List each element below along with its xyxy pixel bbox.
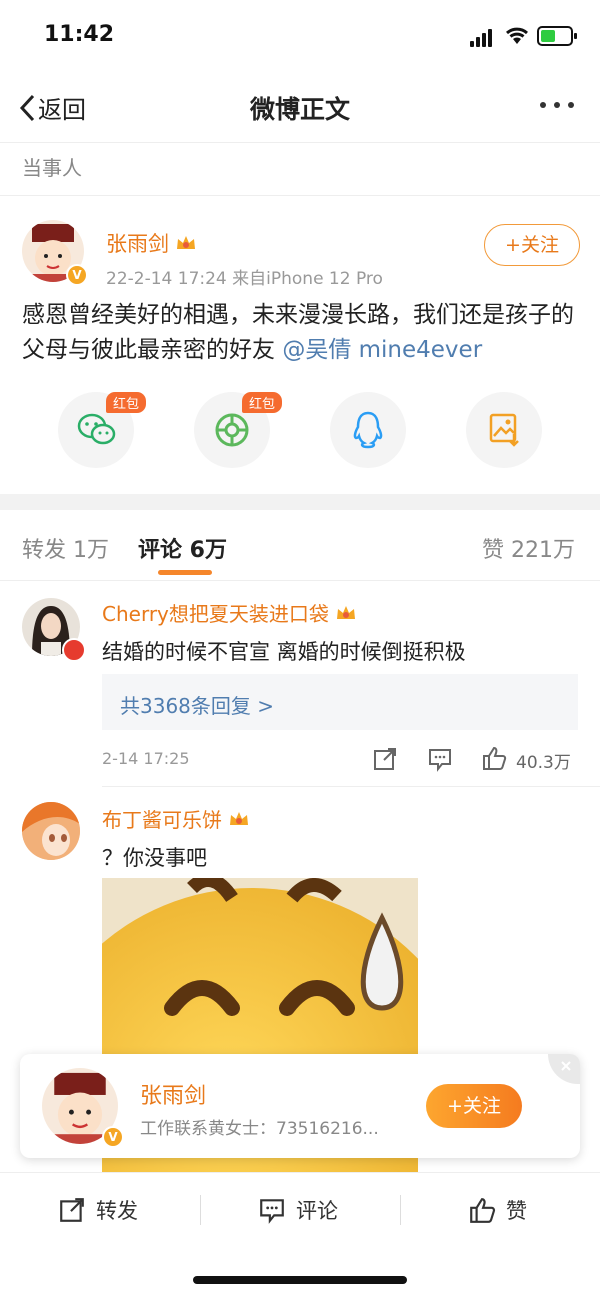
card-follow-button[interactable]: +关注 <box>426 1084 522 1128</box>
tag-link[interactable]: mine4ever <box>359 337 483 363</box>
comment-icon <box>260 1199 284 1224</box>
comment-button[interactable]: 评论 <box>258 1195 338 1225</box>
verified-badge-icon: V <box>66 264 88 286</box>
comment-author-name[interactable]: Cherry想把夏天装进口袋 <box>102 598 329 627</box>
comment-icon[interactable] <box>427 746 453 772</box>
red-packet-badge: 红包 <box>106 392 147 413</box>
floating-follow-card[interactable]: V 张雨剑 工作联系黄女士：73516216... +关注 <box>20 1054 580 1158</box>
like-icon <box>470 1198 496 1223</box>
share-icon[interactable] <box>372 746 398 772</box>
comment-text: 结婚的时候不官宣 离婚的时候倒挺积极 <box>102 640 466 664</box>
vip-crown-icon <box>230 811 248 825</box>
member-badge-icon <box>62 638 86 662</box>
comment-author-row: Cherry想把夏天装进口袋 <box>102 598 357 627</box>
view-replies-link[interactable]: 共3368条回复 > <box>120 690 274 719</box>
section-label: 当事人 <box>22 156 82 180</box>
section-gap <box>0 494 600 510</box>
card-subtitle: 工作联系黄女士：73516216... <box>140 1119 379 1139</box>
verified-badge-icon: V <box>102 1126 124 1148</box>
divider <box>102 786 600 787</box>
tab-like[interactable]: 赞 221万 <box>482 532 575 564</box>
like-count: 40.3万 <box>516 753 571 773</box>
repost-label: 转发 <box>96 1199 138 1223</box>
red-packet-badge: 红包 <box>242 392 283 413</box>
tab-active-indicator <box>158 570 212 575</box>
moments-icon <box>215 413 249 447</box>
commenter-avatar[interactable] <box>22 802 80 860</box>
post-meta: 22-2-14 17:24 来自iPhone 12 Pro <box>106 269 383 289</box>
post-text: 感恩曾经美好的相遇，未来漫漫长路，我们还是孩子的父母与彼此最亲密的好友 @吴倩 … <box>22 298 582 368</box>
share-save-image-button[interactable] <box>466 392 542 468</box>
separator <box>200 1195 201 1225</box>
page-title: 微博正文 <box>249 95 350 124</box>
tab-comment[interactable]: 评论 6万 <box>138 532 227 564</box>
separator <box>400 1195 401 1225</box>
cellular-signal-icon <box>470 28 494 47</box>
author-row: 张雨剑 <box>106 228 197 258</box>
card-name[interactable]: 张雨剑 <box>140 1078 206 1110</box>
card-close-button[interactable] <box>548 1054 580 1084</box>
author-name[interactable]: 张雨剑 <box>106 228 169 258</box>
divider <box>0 580 600 581</box>
share-qq-button[interactable] <box>330 392 406 468</box>
like-button[interactable]: 赞 <box>468 1195 527 1225</box>
close-icon <box>561 1061 571 1071</box>
divider <box>0 195 600 196</box>
vip-crown-icon <box>336 605 355 619</box>
tab-repost[interactable]: 转发 1万 <box>22 532 109 564</box>
vip-crown-icon <box>177 236 195 249</box>
comment-author-name[interactable]: 布丁酱可乐饼 <box>102 804 222 833</box>
wechat-icon <box>77 413 116 445</box>
mention-link[interactable]: @吴倩 <box>282 337 351 363</box>
like-label: 赞 <box>506 1199 527 1223</box>
comment-author-row: 布丁酱可乐饼 <box>102 804 250 833</box>
nav-bar: 返回 微博正文 <box>0 72 600 143</box>
comment-time: 2-14 17:25 <box>102 749 190 768</box>
comment-text: ？你没事吧 <box>102 846 207 870</box>
more-options-icon[interactable] <box>540 102 574 108</box>
comment-label: 评论 <box>296 1199 338 1223</box>
like-icon[interactable] <box>481 745 507 771</box>
qq-icon <box>353 411 383 449</box>
status-time: 11:42 <box>44 22 115 47</box>
repost-button[interactable]: 转发 <box>58 1195 138 1225</box>
save-image-icon <box>489 413 519 447</box>
home-indicator[interactable] <box>193 1276 407 1284</box>
follow-button[interactable]: +关注 <box>484 224 580 266</box>
battery-icon <box>537 26 577 46</box>
repost-icon <box>60 1198 84 1222</box>
wifi-icon <box>506 27 528 44</box>
status-bar: 11:42 <box>0 0 600 72</box>
